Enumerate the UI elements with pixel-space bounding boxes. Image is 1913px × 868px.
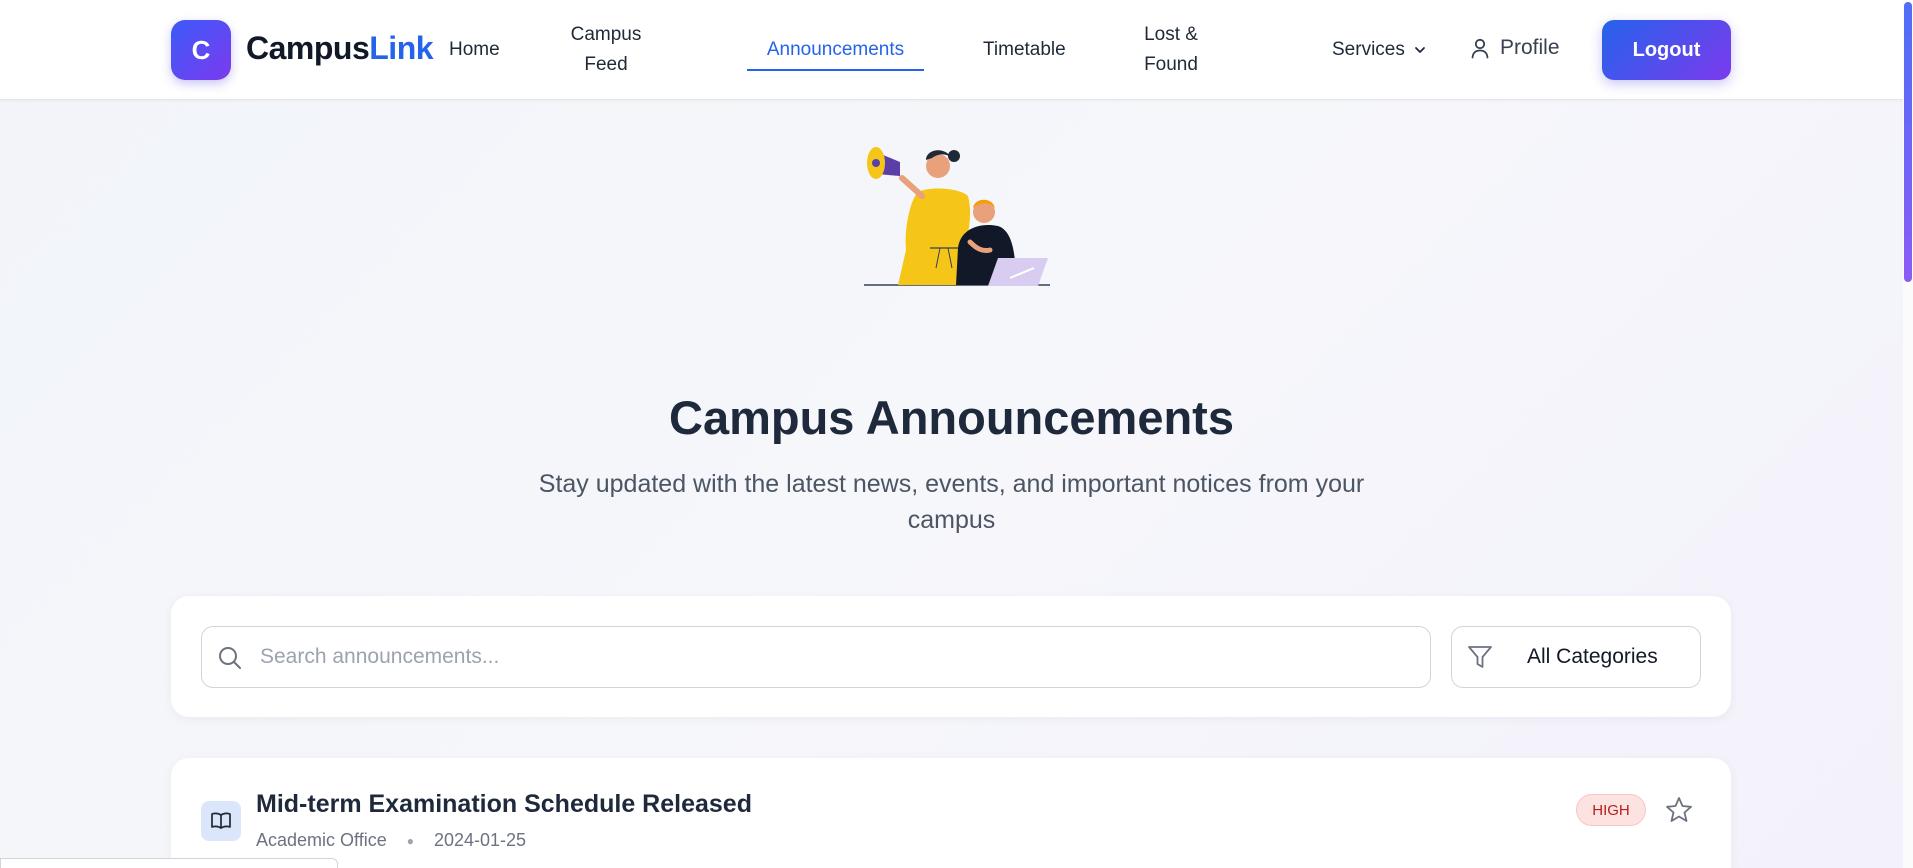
- priority-badge: HIGH: [1576, 794, 1646, 826]
- nav-lost-found[interactable]: Lost & Found: [1126, 20, 1216, 80]
- brand-name-accent: Link: [369, 30, 434, 66]
- logo-badge[interactable]: C: [171, 20, 231, 80]
- meta-separator-dot: ●: [406, 833, 414, 848]
- nav-services-label: Services: [1332, 39, 1405, 60]
- scrollbar-thumb[interactable]: [1904, 2, 1912, 282]
- star-icon[interactable]: [1663, 794, 1695, 826]
- search-input[interactable]: [260, 627, 1420, 687]
- logo-letter: C: [191, 34, 211, 65]
- search-filter-card: All Categories: [171, 596, 1731, 717]
- nav-services-dropdown[interactable]: Services: [1332, 35, 1427, 65]
- book-icon: [211, 812, 231, 829]
- logout-button[interactable]: Logout: [1602, 20, 1731, 80]
- nav-profile-label: Profile: [1500, 36, 1560, 59]
- top-navbar: C CampusLink Home Campus Feed Announceme…: [0, 0, 1913, 100]
- chevron-down-icon: [1414, 47, 1425, 53]
- search-box[interactable]: [201, 626, 1431, 688]
- announcement-card[interactable]: Mid-term Examination Schedule Released A…: [171, 758, 1731, 868]
- category-select-value: All Categories: [1527, 645, 1658, 668]
- nav-timetable[interactable]: Timetable: [983, 35, 1066, 65]
- page-title: Campus Announcements: [669, 391, 1234, 444]
- announcement-type-icon-box: [201, 801, 241, 841]
- page-subtitle: Stay updated with the latest news, event…: [538, 470, 1365, 534]
- brand-name-primary: Campus: [246, 30, 370, 66]
- announcement-date: 2024-01-25: [433, 830, 527, 850]
- nav-home[interactable]: Home: [449, 35, 500, 65]
- nav-announcements[interactable]: Announcements: [747, 35, 924, 65]
- brand-name[interactable]: CampusLink: [246, 30, 434, 67]
- announcement-meta: Academic Office ● 2024-01-25: [256, 830, 526, 851]
- user-icon: [1471, 38, 1489, 59]
- announcement-illustration: [864, 147, 1050, 286]
- status-bar-url: [0, 858, 338, 868]
- announcement-title[interactable]: Mid-term Examination Schedule Released: [256, 790, 752, 819]
- filter-icon: [1468, 646, 1492, 668]
- page-scrollbar[interactable]: [1903, 0, 1913, 868]
- category-select[interactable]: All Categories: [1451, 626, 1701, 688]
- search-icon: [219, 647, 241, 669]
- announcement-source: Academic Office: [256, 830, 387, 850]
- nav-profile[interactable]: Profile: [1470, 33, 1560, 63]
- nav-campus-feed[interactable]: Campus Feed: [556, 20, 656, 80]
- active-nav-underline: [747, 69, 924, 71]
